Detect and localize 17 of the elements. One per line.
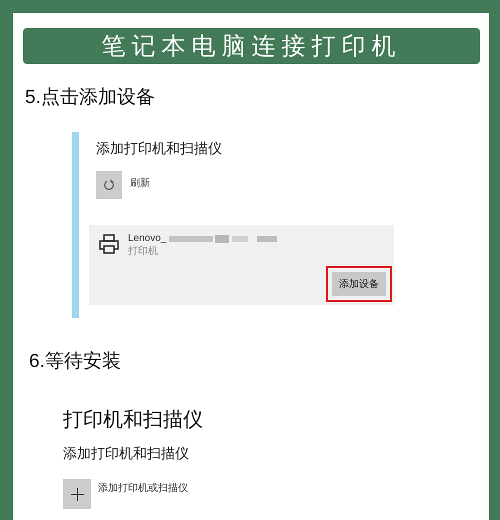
printer-icon [98, 233, 120, 255]
plus-icon [70, 488, 84, 500]
section-title: 添加打印机和扫描仪 [63, 445, 189, 463]
device-card[interactable]: Lenovo_ 打印机 添加设备 [89, 225, 394, 305]
refresh-button[interactable] [96, 171, 122, 199]
step-heading: 6.等待安装 [29, 350, 121, 374]
refresh-icon [103, 179, 115, 191]
panel-title: 添加打印机和扫描仪 [96, 140, 222, 158]
banner-title: 笔记本电脑连接打印机 [23, 28, 480, 64]
page-title: 打印机和扫描仪 [63, 408, 203, 433]
add-device-button[interactable]: 添加设备 [332, 272, 386, 296]
device-name: Lenovo_ [128, 233, 166, 244]
refresh-label: 刷新 [130, 176, 150, 190]
device-type: 打印机 [128, 244, 159, 258]
add-printer-label: 添加打印机或扫描仪 [98, 482, 188, 495]
step-heading: 5.点击添加设备 [25, 86, 155, 110]
add-button[interactable] [63, 479, 91, 509]
